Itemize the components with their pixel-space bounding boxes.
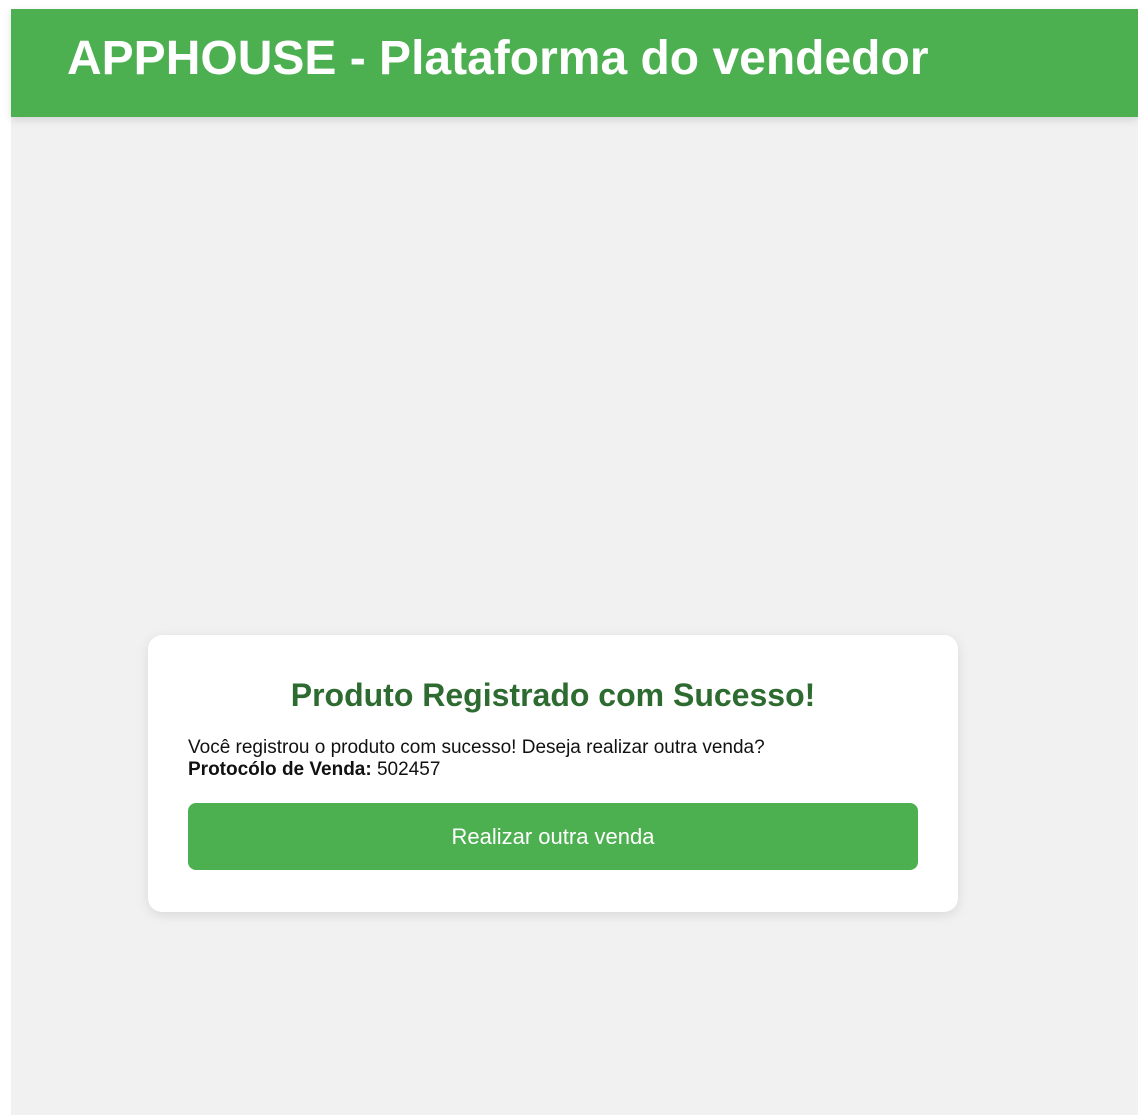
sale-protocol-value: 502457 (376, 759, 441, 780)
app-header: APPHOUSE - Plataforma do vendedor (11, 9, 1138, 117)
sale-protocol: Protocólo de Venda: 502457 (188, 759, 928, 780)
success-card: Produto Registrado com Sucesso! Você reg… (148, 635, 958, 912)
page-container: APPHOUSE - Plataforma do vendedor Produt… (11, 9, 1138, 1115)
new-sale-button[interactable]: Realizar outra venda (188, 803, 918, 870)
app-title: APPHOUSE - Plataforma do vendedor (67, 32, 929, 85)
success-message: Você registrou o produto com sucesso! De… (188, 737, 765, 758)
success-title: Produto Registrado com Sucesso! (290, 677, 816, 713)
sale-protocol-label: Protocólo de Venda: (188, 759, 372, 780)
